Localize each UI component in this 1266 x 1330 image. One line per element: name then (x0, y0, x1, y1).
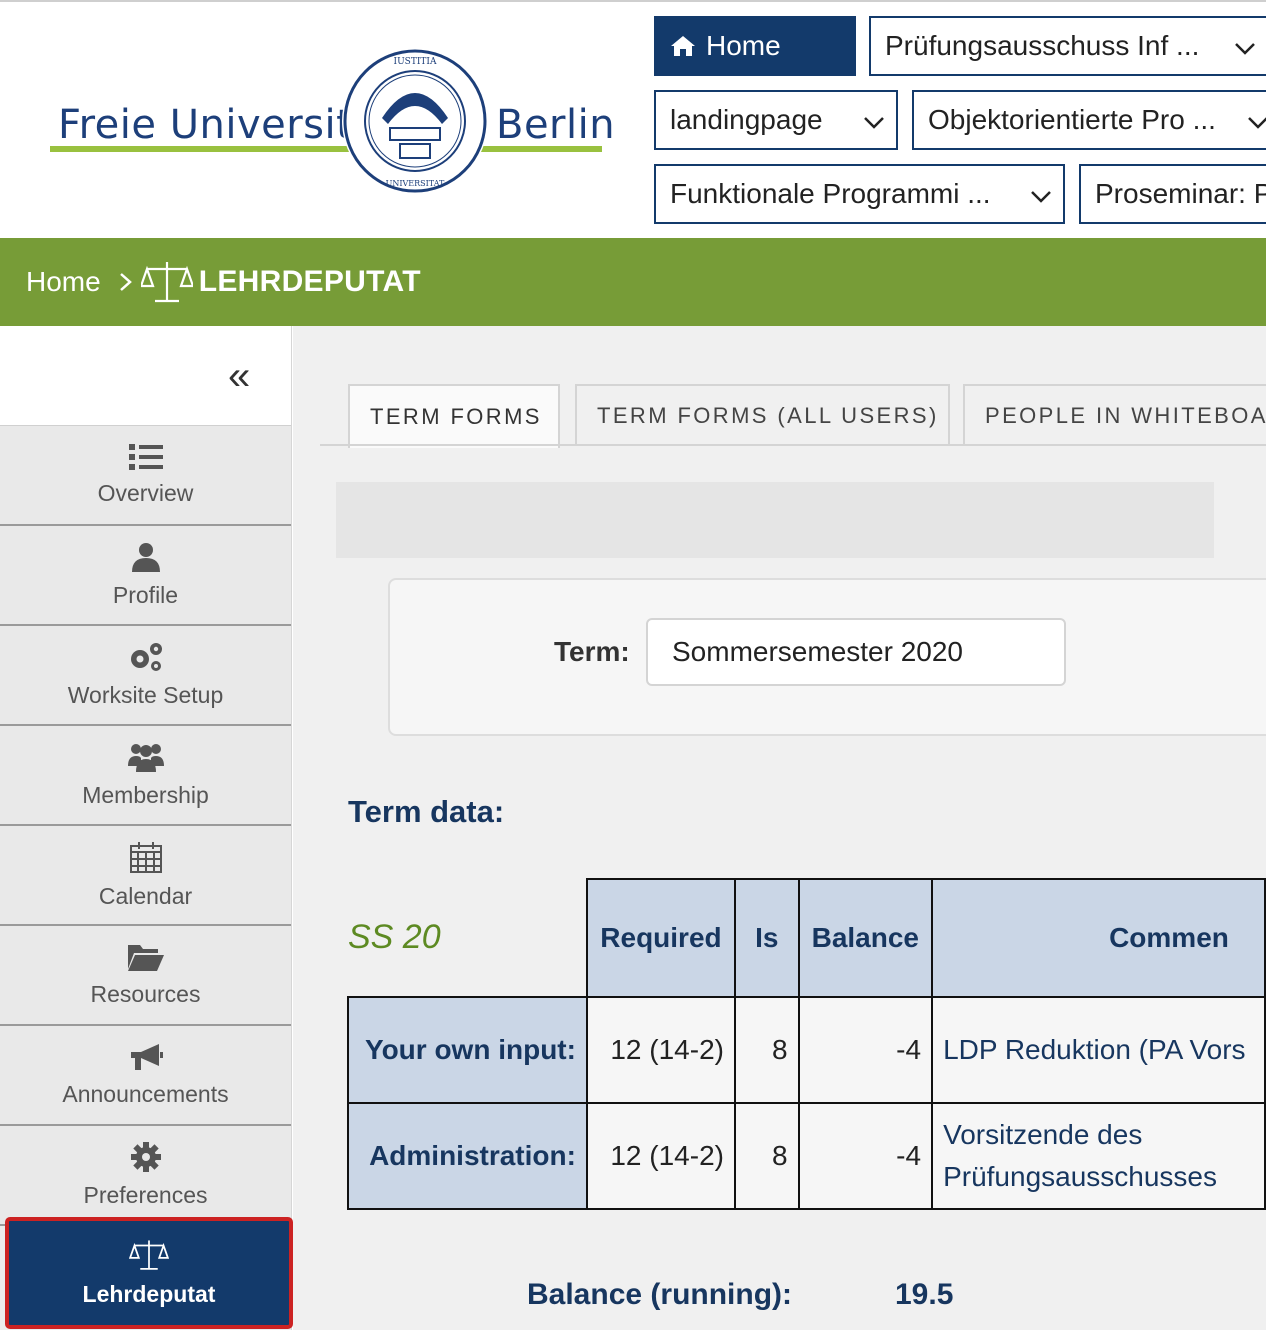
sidebar-collapse-row: « (0, 326, 291, 426)
term-select[interactable]: Sommersemester 2020 (646, 618, 1066, 686)
site-dropdown-label: Proseminar: P (1095, 178, 1266, 209)
row-label-own-input: Your own input: (347, 996, 588, 1104)
column-header-balance: Balance (797, 878, 934, 998)
bullhorn-icon (130, 1043, 163, 1070)
breadcrumb-home-link[interactable]: Home (26, 266, 101, 298)
site-dropdown-label: Funktionale Programmi ... (670, 178, 991, 209)
sidebar-item-label: Membership (82, 781, 209, 808)
cell-comment: LDP Reduktion (PA Vors (931, 996, 1266, 1104)
comment-line: Prüfungsausschusses (943, 1161, 1218, 1192)
sidebar-item-worksite-setup[interactable]: Worksite Setup (0, 626, 291, 726)
sidebar-item-preferences[interactable]: Preferences (0, 1126, 291, 1226)
sidebar-item-profile[interactable]: Profile (0, 526, 291, 626)
logo-underline (50, 146, 602, 152)
tab-label: TERM FORMS (370, 404, 542, 429)
main-content: TERM FORMS TERM FORMS (ALL USERS) PEOPLE… (293, 326, 1266, 1330)
cell-balance: -4 (797, 996, 934, 1104)
site-dropdown-3[interactable]: Objektorientierte Pro ... (912, 90, 1266, 150)
sidebar-item-label: Lehrdeputat (82, 1280, 216, 1307)
chevron-right-icon (119, 273, 132, 291)
site-dropdown-1[interactable]: Prüfungsausschuss Inf ... (869, 16, 1266, 76)
site-header: Freie Universität Berlin IUSTITIA UNIVER… (0, 2, 1266, 238)
breadcrumb: Home LEHRDEPUTAT (0, 238, 1266, 326)
row-label-administration: Administration: (347, 1102, 588, 1210)
sidebar-item-label: Preferences (83, 1181, 208, 1208)
semester-label: SS 20 (348, 879, 587, 998)
table-row: Your own input: 12 (14-2) 8 -4 LDP Reduk… (347, 996, 1266, 1104)
collapse-sidebar-icon[interactable]: « (228, 356, 250, 396)
term-selector-panel: Term: Sommersemester 2020 (388, 578, 1266, 736)
svg-text:IUSTITIA: IUSTITIA (394, 57, 437, 67)
sidebar-item-label: Resources (90, 980, 201, 1007)
chevron-down-icon (864, 117, 884, 129)
site-dropdown-5[interactable]: Proseminar: P (1079, 164, 1266, 224)
chevron-down-icon (1248, 117, 1266, 129)
table-row: Administration: 12 (14-2) 8 -4 Vorsitzen… (347, 1102, 1266, 1210)
cell-required: 12 (14-2) (585, 996, 736, 1104)
term-data-table: SS 20 Required Is Balance Commen Your ow… (347, 878, 1266, 1210)
gear-icon (130, 1141, 161, 1172)
breadcrumb-current-tool: LEHRDEPUTAT (198, 265, 421, 298)
tabs-underline (320, 444, 1266, 446)
sidebar-item-lehrdeputat[interactable]: Lehrdeputat (6, 1218, 292, 1328)
term-select-value: Sommersemester 2020 (672, 636, 964, 667)
university-seal-icon: IUSTITIA UNIVERSITAT (342, 48, 488, 194)
tab-label: TERM FORMS (ALL USERS) (597, 403, 939, 428)
tool-sidebar: « Overview Profile Worksite Setup Member… (0, 326, 292, 1330)
sidebar-item-label: Overview (97, 479, 194, 506)
user-icon (131, 542, 160, 572)
site-dropdown-label: landingpage (670, 104, 823, 135)
svg-text:UNIVERSITAT: UNIVERSITAT (386, 179, 445, 188)
balance-running-label: Balance (running): (527, 1278, 793, 1311)
balance-running-value: 19.5 (895, 1278, 954, 1311)
chevron-down-icon (1235, 43, 1255, 55)
site-dropdown-label: Prüfungsausschuss Inf ... (885, 30, 1200, 61)
university-logo[interactable]: Freie Universität Berlin IUSTITIA UNIVER… (50, 46, 615, 196)
column-header-comment: Commen (931, 878, 1266, 998)
home-icon (671, 36, 695, 56)
tab-term-forms[interactable]: TERM FORMS (348, 384, 560, 448)
tab-term-forms-all-users[interactable]: TERM FORMS (ALL USERS) (575, 384, 950, 446)
chevron-down-icon (1031, 191, 1051, 203)
sidebar-item-label: Announcements (62, 1080, 229, 1107)
cell-is: 8 (733, 996, 800, 1104)
term-label: Term: (554, 636, 630, 667)
cell-balance: -4 (797, 1102, 934, 1210)
calendar-icon (129, 841, 162, 873)
term-data-heading: Term data: (348, 794, 505, 829)
sidebar-item-membership[interactable]: Membership (0, 726, 291, 826)
table-header-row: SS 20 Required Is Balance Commen (348, 878, 1266, 998)
cell-is: 8 (733, 1102, 800, 1210)
cell-required: 12 (14-2) (585, 1102, 736, 1210)
folder-open-icon (127, 944, 164, 971)
column-header-is: Is (733, 878, 800, 998)
tab-label: PEOPLE IN WHITEBOAR (985, 403, 1266, 428)
column-header-required: Required (585, 878, 736, 998)
users-icon (127, 743, 164, 772)
scales-icon (140, 262, 193, 303)
cell-comment: Vorsitzende des Prüfungsausschusses (931, 1102, 1266, 1210)
site-dropdown-2[interactable]: landingpage (654, 90, 898, 150)
home-nav-button[interactable]: Home (654, 16, 856, 76)
list-icon (128, 443, 163, 470)
scales-icon (129, 1239, 169, 1270)
comment-line: Vorsitzende des (943, 1119, 1143, 1150)
site-dropdown-label: Objektorientierte Pro ... (928, 104, 1216, 135)
sidebar-item-label: Profile (112, 581, 179, 608)
sidebar-item-label: Calendar (98, 882, 193, 909)
sidebar-item-overview[interactable]: Overview (0, 426, 291, 526)
sidebar-item-calendar[interactable]: Calendar (0, 826, 291, 926)
logo-name-right: Berlin (496, 102, 616, 148)
sidebar-item-announcements[interactable]: Announcements (0, 1026, 291, 1126)
site-dropdown-4[interactable]: Funktionale Programmi ... (654, 164, 1065, 224)
tab-people-in-whiteboard[interactable]: PEOPLE IN WHITEBOAR (963, 384, 1266, 446)
sidebar-item-label: Worksite Setup (67, 681, 224, 708)
message-bar (336, 482, 1214, 558)
sidebar-item-resources[interactable]: Resources (0, 926, 291, 1026)
home-nav-label: Home (706, 30, 781, 61)
gears-icon (130, 642, 162, 671)
